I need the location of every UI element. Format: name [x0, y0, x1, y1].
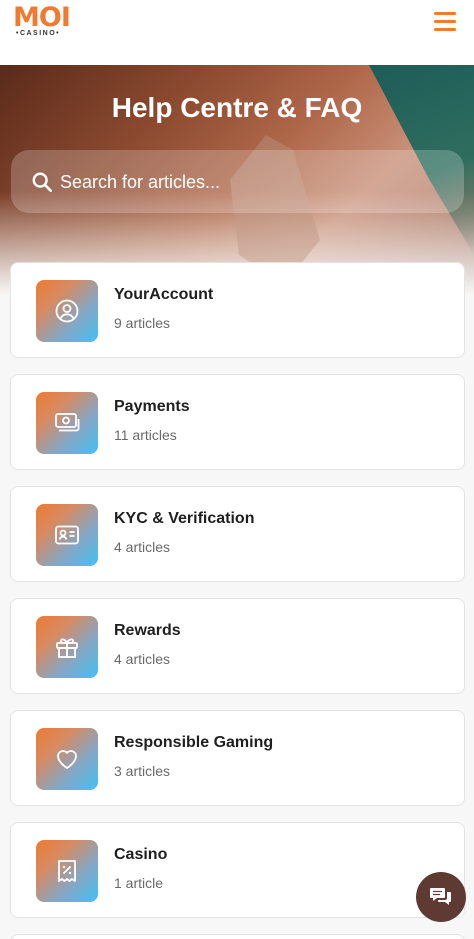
hamburger-menu-icon[interactable]: [432, 10, 458, 34]
category-card-responsible-gaming[interactable]: Responsible Gaming 3 articles: [10, 710, 465, 806]
page-title: Help Centre & FAQ: [111, 92, 363, 123]
user-circle-icon: [36, 280, 98, 342]
category-card-payments[interactable]: Payments 11 articles: [10, 374, 465, 470]
search-placeholder: Search for articles...: [60, 172, 221, 192]
category-title: Casino: [114, 846, 168, 863]
category-title: Payments: [114, 398, 190, 415]
category-title: Rewards: [114, 622, 181, 639]
category-title: Responsible Gaming: [114, 734, 274, 751]
category-title: KYC & Verification: [114, 510, 255, 527]
category-card-your-account[interactable]: YourAccount 9 articles: [10, 262, 465, 358]
chat-launcher-button[interactable]: [416, 872, 466, 922]
cash-icon: [36, 392, 98, 454]
heart-icon: [36, 728, 98, 790]
gift-icon: [36, 616, 98, 678]
category-card-casino[interactable]: Casino 1 article: [10, 822, 465, 918]
category-card-rewards[interactable]: Rewards 4 articles: [10, 598, 465, 694]
category-article-count: 4 articles: [114, 539, 171, 555]
moi-casino-logo[interactable]: MOI •CASINO•: [10, 2, 78, 40]
logo-text: MOI: [13, 2, 71, 33]
category-article-count: 1 article: [114, 875, 164, 891]
category-title: YourAccount: [114, 286, 214, 303]
category-article-count: 4 articles: [114, 651, 171, 667]
next-category-card[interactable]: [10, 934, 465, 939]
category-article-count: 9 articles: [114, 315, 171, 331]
receipt-percent-icon: [36, 840, 98, 902]
site-header: MOI •CASINO•: [0, 0, 474, 65]
category-article-count: 3 articles: [114, 763, 171, 779]
category-card-kyc-verification[interactable]: KYC & Verification 4 articles: [10, 486, 465, 582]
id-card-icon: [36, 504, 98, 566]
search-icon: [32, 172, 52, 192]
category-article-count: 11 articles: [114, 427, 177, 443]
logo-subtext: •CASINO•: [16, 30, 61, 37]
chat-bubbles-icon: [430, 888, 451, 905]
